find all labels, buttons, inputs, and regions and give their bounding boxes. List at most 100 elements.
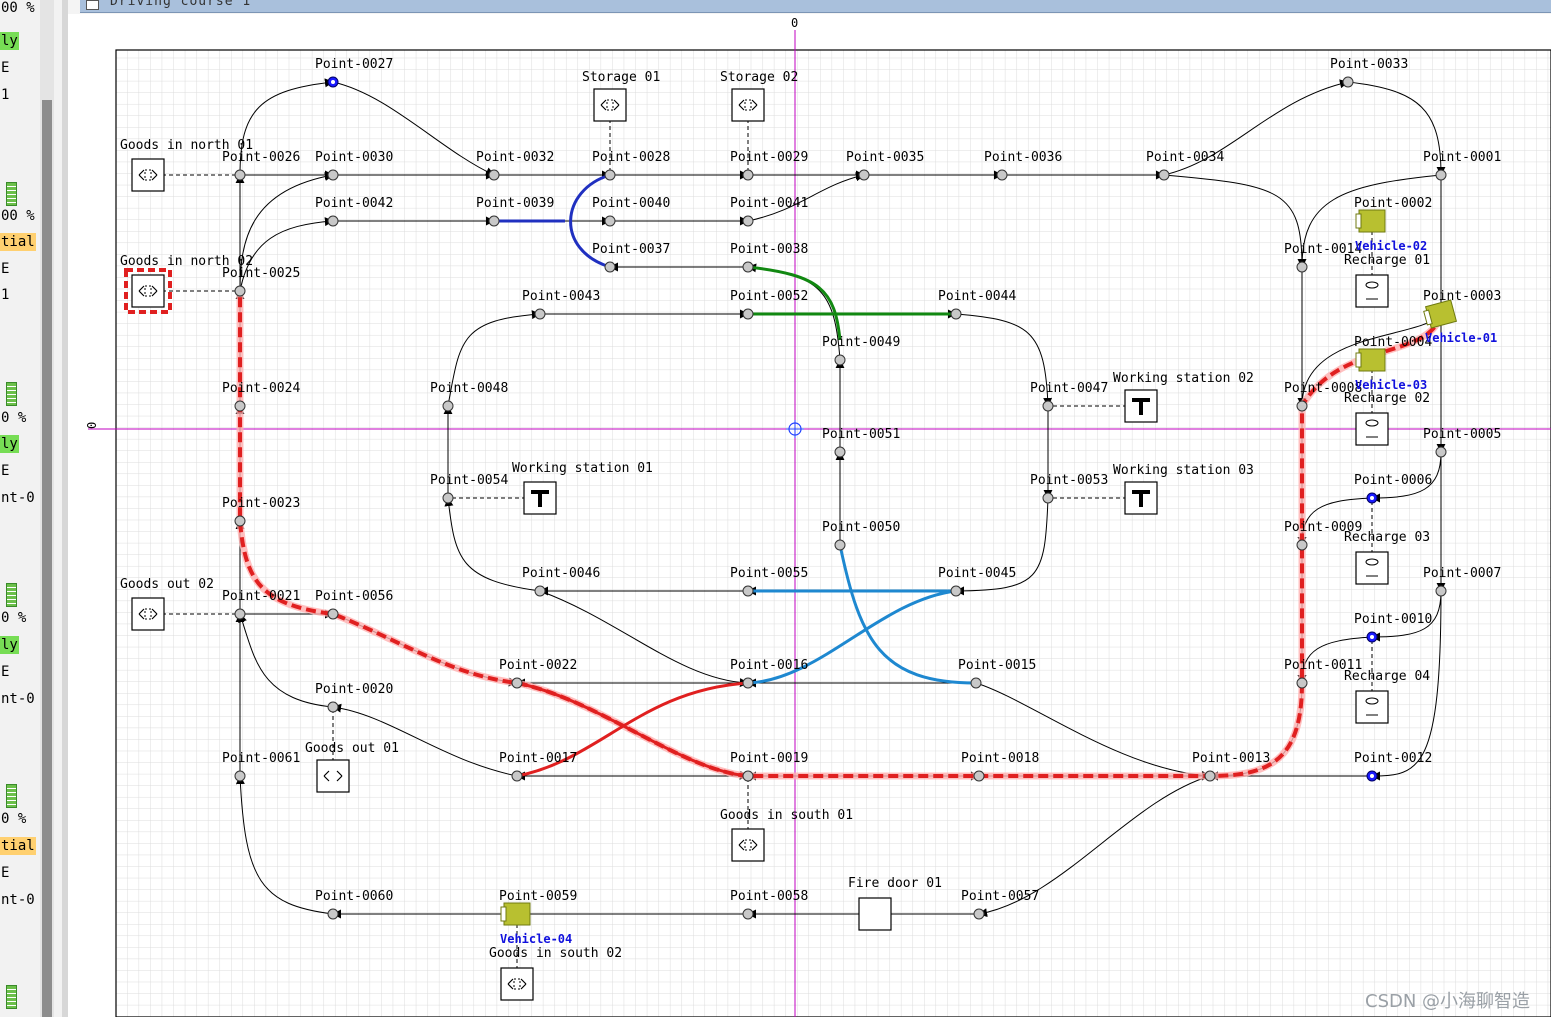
point-label: Point-0037	[592, 242, 670, 257]
point-label: Point-0041	[730, 196, 808, 211]
status-row: E	[1, 865, 10, 881]
status-row: nt-0	[1, 892, 35, 908]
point-label: Point-0049	[822, 335, 900, 350]
vehicle-icon	[1358, 348, 1386, 372]
point-label: Point-0047	[1030, 381, 1108, 396]
point-label: Point-0042	[315, 196, 393, 211]
ruler-y-origin: 0	[85, 422, 99, 429]
vehicle-icon	[1358, 209, 1386, 233]
vehicle-label: Vehicle-03	[1355, 378, 1427, 392]
document-icon	[86, 0, 99, 10]
status-row: 1	[1, 287, 10, 303]
watermark: CSDN @小海聊智造	[1365, 991, 1531, 1012]
status-row: ly	[0, 435, 19, 453]
location-label: Working station 02	[1113, 371, 1254, 386]
ruler-x-origin: 0	[791, 16, 798, 30]
point-label: Point-0002	[1354, 196, 1432, 211]
vehicle-label: Vehicle-02	[1355, 239, 1427, 253]
point-label: Point-0025	[222, 266, 300, 281]
battery-icon	[6, 182, 17, 206]
point-label: Point-0038	[730, 242, 808, 257]
vehicle-label: Vehicle-04	[500, 932, 572, 946]
point-label: Point-0043	[522, 289, 600, 304]
point-label: Point-0006	[1354, 473, 1432, 488]
point-label: Point-0057	[961, 889, 1039, 904]
status-row: E	[1, 60, 10, 76]
point-label: Point-0056	[315, 589, 393, 604]
status-row: nt-0	[1, 691, 35, 707]
point-label: Point-0060	[315, 889, 393, 904]
status-row: 0 %	[1, 610, 27, 626]
status-row: 0 %	[1, 410, 27, 426]
point-label: Point-0046	[522, 566, 600, 581]
status-row: E	[1, 463, 10, 479]
point-label: Point-0010	[1354, 612, 1432, 627]
point-label: Point-0053	[1030, 473, 1108, 488]
location-label: Working station 01	[512, 461, 653, 476]
point-label: Point-0013	[1192, 751, 1270, 766]
point-label: Point-0003	[1423, 289, 1501, 304]
location-label: Fire door 01	[848, 876, 942, 891]
location-label: Goods in south 01	[720, 808, 853, 823]
point-label: Point-0027	[315, 57, 393, 72]
point-label: Point-0034	[1146, 150, 1224, 165]
point-label: Point-0061	[222, 751, 300, 766]
panel-scrollbar-thumb[interactable]	[42, 100, 52, 1017]
point-label: Point-0048	[430, 381, 508, 396]
location-label: Goods out 01	[305, 741, 399, 756]
point-label: Point-0050	[822, 520, 900, 535]
point-label: Point-0029	[730, 150, 808, 165]
point-label: Point-0030	[315, 150, 393, 165]
point-label: Point-0019	[730, 751, 808, 766]
point-label: Point-0040	[592, 196, 670, 211]
point-label: Point-0014	[1284, 242, 1362, 257]
window-title: Driving course 1	[110, 0, 252, 9]
point-label: Point-0051	[822, 427, 900, 442]
point-label: Point-0021	[222, 589, 300, 604]
status-row: 00 %	[1, 0, 35, 16]
point-label: Point-0058	[730, 889, 808, 904]
point-label: Point-0036	[984, 150, 1062, 165]
battery-icon	[6, 985, 17, 1009]
status-row: tial	[0, 233, 36, 251]
battery-icon	[6, 784, 17, 808]
point-label: Point-0017	[499, 751, 577, 766]
vehicle-label: Vehicle-01	[1425, 331, 1497, 345]
point-label: Point-0045	[938, 566, 1016, 581]
point-label: Point-0001	[1423, 150, 1501, 165]
location-label: Storage 01	[582, 70, 660, 85]
driving-course-canvas[interactable]: 0 0 Goods in north 01Goods in north 02Go…	[68, 14, 1551, 1017]
point-label: Point-0059	[499, 889, 577, 904]
point-label: Point-0015	[958, 658, 1036, 673]
status-row: ly	[0, 32, 19, 50]
status-row: tial	[0, 837, 36, 855]
location-label: Goods out 02	[120, 577, 214, 592]
point-label: Point-0035	[846, 150, 924, 165]
status-row: 0 %	[1, 811, 27, 827]
status-row: nt-0	[1, 490, 35, 506]
point-label: Point-0026	[222, 150, 300, 165]
point-label: Point-0055	[730, 566, 808, 581]
point-label: Point-0052	[730, 289, 808, 304]
point-label: Point-0024	[222, 381, 300, 396]
status-row: 1	[1, 87, 10, 103]
point-label: Point-0028	[592, 150, 670, 165]
location-label: Goods in south 02	[489, 946, 622, 961]
point-label: Point-0022	[499, 658, 577, 673]
point-label: Point-0023	[222, 496, 300, 511]
point-label: Point-0032	[476, 150, 554, 165]
status-row: E	[1, 261, 10, 277]
battery-icon	[6, 382, 17, 406]
point-label: Point-0005	[1423, 427, 1501, 442]
point-label: Point-0039	[476, 196, 554, 211]
point-label: Point-0020	[315, 682, 393, 697]
point-label: Point-0007	[1423, 566, 1501, 581]
location-label: Working station 03	[1113, 463, 1254, 478]
status-row: 00 %	[1, 208, 35, 224]
status-row: E	[1, 664, 10, 680]
vehicle-icon	[503, 902, 531, 926]
internal-frame-titlebar[interactable]: Driving course 1	[80, 0, 1551, 13]
point-label: Point-0008	[1284, 381, 1362, 396]
status-row: ly	[0, 636, 19, 654]
location-label: Storage 02	[720, 70, 798, 85]
